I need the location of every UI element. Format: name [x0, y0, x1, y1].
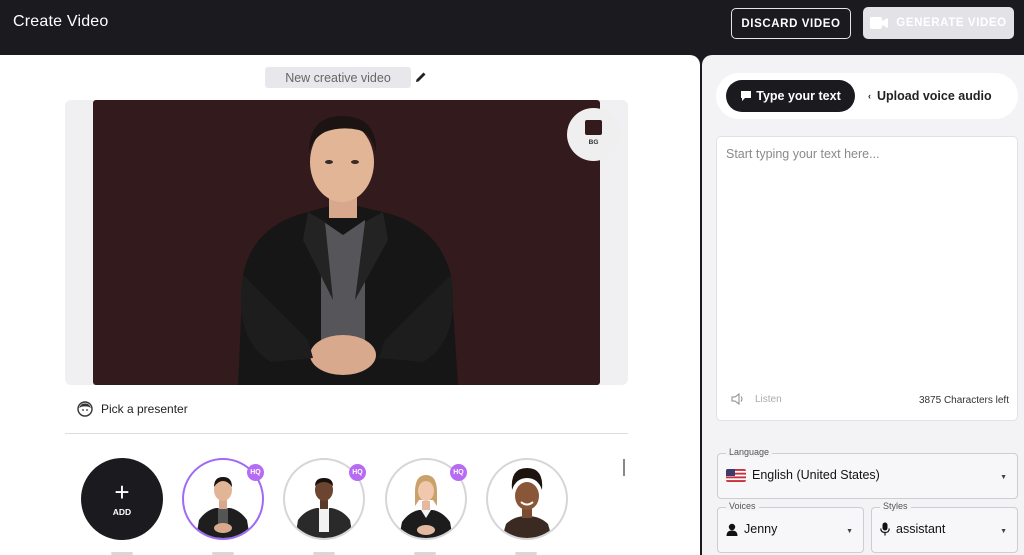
- generate-video-label: GENERATE VIDEO: [896, 17, 1007, 29]
- upload-icon: ‹: [868, 91, 871, 101]
- pencil-icon[interactable]: [415, 71, 427, 83]
- characters-left: 3875 Characters left: [918, 395, 1009, 406]
- tab-type-text[interactable]: Type your text: [726, 80, 855, 112]
- person-icon: [726, 523, 738, 536]
- background-color-swatch: [585, 119, 602, 135]
- plus-icon: +: [114, 477, 130, 507]
- top-bar: Create Video DISCARD VIDEO GENERATE VIDE…: [0, 0, 1024, 55]
- video-title-field[interactable]: New creative video: [265, 67, 411, 88]
- face-icon: [77, 401, 93, 417]
- hq-badge: HQ: [349, 464, 366, 481]
- language-select[interactable]: Language English (United States) ▼: [717, 447, 1018, 499]
- pick-presenter-label: Pick a presenter: [101, 402, 188, 416]
- style-select[interactable]: Styles assistant ▼: [871, 501, 1018, 553]
- page-title: Create Video: [13, 13, 109, 30]
- caret-down-icon: ▼: [1000, 528, 1007, 535]
- script-placeholder: Start typing your text here...: [726, 147, 880, 161]
- chat-icon: [741, 91, 752, 101]
- language-value: English (United States): [752, 468, 880, 482]
- video-preview: [93, 100, 600, 385]
- hq-badge: HQ: [450, 464, 467, 481]
- presenter-option[interactable]: [486, 458, 568, 540]
- listen-label: Listen: [755, 393, 782, 405]
- background-button-label: BG: [588, 138, 599, 146]
- scroll-indicator[interactable]: [623, 459, 625, 476]
- flag-us-icon: [726, 468, 746, 482]
- discard-video-button[interactable]: DISCARD VIDEO: [731, 8, 851, 39]
- divider: [65, 433, 628, 434]
- presenter-avatar: [502, 468, 552, 538]
- editor-panel: New creative video BG Pick a presenter +…: [0, 55, 700, 555]
- language-label: Language: [726, 447, 773, 457]
- script-panel: Type your text ‹ Upload voice audio Star…: [702, 55, 1024, 555]
- camera-icon: [870, 17, 889, 29]
- style-value: assistant: [896, 522, 946, 536]
- mic-icon: [880, 522, 890, 536]
- caret-down-icon: ▼: [846, 528, 853, 535]
- voice-value: Jenny: [744, 522, 778, 536]
- hq-badge: HQ: [247, 464, 264, 481]
- add-presenter-button[interactable]: + ADD: [81, 458, 163, 540]
- tab-upload-audio-label: Upload voice audio: [877, 89, 992, 103]
- listen-button[interactable]: Listen: [731, 393, 782, 405]
- voices-label: Voices: [726, 501, 759, 511]
- pick-presenter-row[interactable]: Pick a presenter: [77, 401, 188, 417]
- voice-select[interactable]: Voices Jenny ▼: [717, 501, 864, 553]
- speaker-icon: [731, 393, 743, 405]
- generate-video-button[interactable]: GENERATE VIDEO: [863, 7, 1014, 39]
- tab-upload-audio[interactable]: ‹ Upload voice audio: [868, 80, 992, 112]
- script-text-area[interactable]: Start typing your text here... Listen 38…: [716, 136, 1018, 421]
- caret-down-icon: ▼: [1000, 474, 1007, 481]
- input-mode-toggle: Type your text ‹ Upload voice audio: [716, 73, 1018, 119]
- tab-type-text-label: Type your text: [756, 89, 841, 103]
- styles-label: Styles: [880, 501, 911, 511]
- presenter-preview-image: [238, 116, 458, 385]
- background-button[interactable]: BG: [567, 108, 620, 161]
- add-presenter-label: ADD: [112, 507, 132, 517]
